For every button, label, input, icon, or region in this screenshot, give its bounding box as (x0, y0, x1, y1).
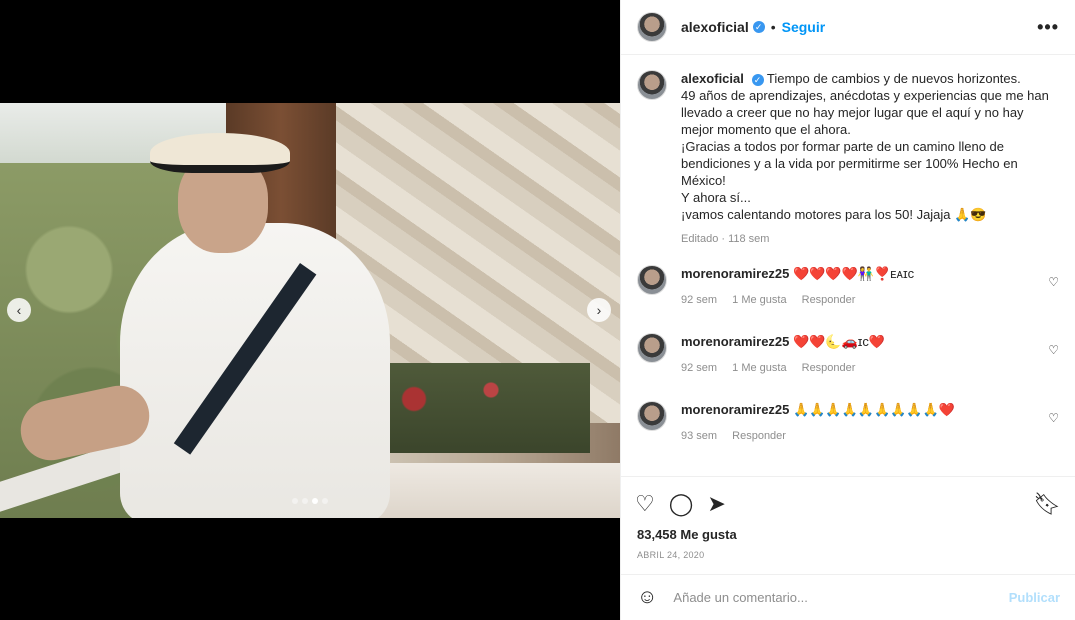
separator-dot: • (770, 19, 776, 35)
comment-heart-icon[interactable]: ♡ (1048, 275, 1059, 289)
likes-count[interactable]: 83,458 Me gusta (621, 527, 1075, 542)
publish-button[interactable]: Publicar (1009, 590, 1060, 605)
comment-item: morenoramirez25 ❤️❤️❤️❤️👫❣️ᴇᴀɪᴄ 92 sem 1… (637, 265, 1059, 316)
comment-input[interactable] (673, 590, 1009, 605)
post-photo (0, 103, 620, 518)
follow-button[interactable]: Seguir (782, 19, 826, 35)
comment-likes[interactable]: 1 Me gusta (732, 362, 786, 374)
comment-username[interactable]: morenoramirez25 (681, 266, 789, 281)
chevron-left-icon: ‹ (16, 302, 22, 318)
carousel-dot (302, 498, 308, 504)
chevron-right-icon: › (596, 302, 602, 318)
emoji-icon[interactable]: ☺ (637, 586, 657, 609)
comments-section: alexoficial ✓ Tiempo de cambios y de nue… (621, 55, 1075, 476)
comment-username[interactable]: morenoramirez25 (681, 402, 789, 417)
comment-username[interactable]: morenoramirez25 (681, 334, 789, 349)
comment-text: ❤️❤️🌜🚗ɪᴄ❤️ (793, 334, 886, 349)
previous-image-button[interactable]: ‹ (7, 298, 31, 322)
post-date[interactable]: ABRIL 24, 2020 (621, 542, 1075, 560)
verified-badge-icon: ✓ (752, 21, 765, 33)
carousel-dot (292, 498, 298, 504)
post-media: ‹ › (0, 0, 620, 620)
caption-username[interactable]: alexoficial (681, 71, 744, 86)
carousel-dot-active (312, 498, 318, 504)
comment-likes[interactable]: 1 Me gusta (732, 294, 786, 306)
heart-icon[interactable]: ♡ (635, 491, 655, 517)
comment-icon[interactable]: ◯ (669, 491, 694, 517)
comment-composer: ☺ Publicar (621, 574, 1075, 620)
carousel-dot (322, 498, 328, 504)
caption-row: alexoficial ✓ Tiempo de cambios y de nue… (637, 70, 1059, 248)
next-image-button[interactable]: › (587, 298, 611, 322)
caption-text: Tiempo de cambios y de nuevos horizontes… (681, 71, 1049, 222)
post-panel: alexoficial ✓ • Seguir ••• alexoficial ✓… (620, 0, 1075, 620)
caption-meta: Editado · 118 sem (681, 233, 770, 245)
send-icon[interactable]: ➤ (707, 491, 725, 517)
comment-item: morenoramirez25 🙏🙏🙏🙏🙏🙏🙏🙏🙏❤️ 93 sem Respo… (637, 401, 1059, 452)
verified-badge-icon: ✓ (751, 74, 764, 86)
post-username[interactable]: alexoficial (681, 19, 749, 35)
avatar[interactable] (637, 12, 667, 42)
avatar[interactable] (637, 401, 667, 431)
more-options-icon[interactable]: ••• (1037, 17, 1059, 38)
comment-time[interactable]: 92 sem (681, 362, 717, 374)
reply-button[interactable]: Responder (802, 362, 856, 374)
comment-text: ❤️❤️❤️❤️👫❣️ᴇᴀɪᴄ (793, 266, 915, 281)
avatar[interactable] (637, 333, 667, 363)
comment-text: 🙏🙏🙏🙏🙏🙏🙏🙏🙏❤️ (793, 402, 955, 417)
action-bar: ♡ ◯ ➤ 🔖︎ (621, 476, 1075, 531)
post-header: alexoficial ✓ • Seguir ••• (621, 0, 1075, 55)
avatar[interactable] (637, 70, 667, 100)
comment-time[interactable]: 92 sem (681, 294, 717, 306)
bookmark-icon[interactable]: 🔖︎ (1033, 491, 1061, 517)
comment-item: morenoramirez25 ❤️❤️🌜🚗ɪᴄ❤️ 92 sem 1 Me g… (637, 333, 1059, 384)
reply-button[interactable]: Responder (802, 294, 856, 306)
comment-heart-icon[interactable]: ♡ (1048, 343, 1059, 357)
comment-heart-icon[interactable]: ♡ (1048, 411, 1059, 425)
reply-button[interactable]: Responder (732, 430, 786, 442)
comment-time[interactable]: 93 sem (681, 430, 717, 442)
carousel-indicator (292, 498, 328, 504)
avatar[interactable] (637, 265, 667, 295)
